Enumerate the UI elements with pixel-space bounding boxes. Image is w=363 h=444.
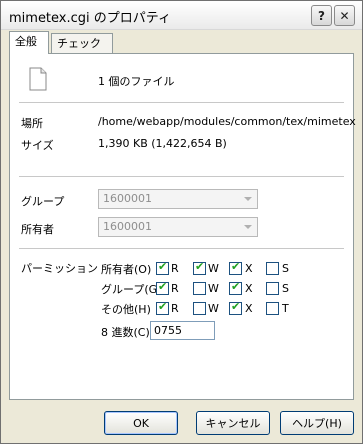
properties-dialog: mimetex.cgi のプロパティ ? ✕ 全般 チェックサム 1 個のファイ… — [0, 0, 363, 444]
separator-3 — [19, 248, 344, 249]
owner-write-label: W — [208, 262, 219, 275]
separator-2 — [19, 176, 344, 177]
owner-permission-label: 所有者(O) — [101, 263, 152, 276]
help-button[interactable]: ヘルプ(H) — [280, 411, 354, 435]
ok-button[interactable]: OK — [104, 411, 178, 435]
other-sticky-label: T — [282, 302, 289, 315]
chevron-down-icon — [244, 225, 252, 229]
location-value: /home/webapp/modules/common/tex/mimetex — [98, 115, 356, 128]
chevron-down-icon — [244, 197, 252, 201]
close-button[interactable]: ✕ — [334, 5, 355, 26]
group-select[interactable]: 1600001 — [98, 189, 258, 209]
window-title: mimetex.cgi のプロパティ — [9, 11, 171, 26]
separator-1 — [19, 102, 344, 103]
other-read-checkbox[interactable] — [156, 300, 169, 315]
group-exec-label: X — [245, 282, 253, 295]
group-select-value: 1600001 — [103, 192, 152, 205]
owner-setuid-checkbox[interactable] — [266, 262, 279, 275]
owner-setuid-label: S — [282, 262, 289, 275]
owner-select-value: 1600001 — [103, 220, 152, 233]
group-read-label: R — [171, 282, 179, 295]
help-title-button[interactable]: ? — [311, 5, 332, 26]
cancel-button[interactable]: キャンセル — [196, 411, 270, 435]
owner-exec-label: X — [245, 262, 253, 275]
group-read-checkbox[interactable] — [156, 280, 169, 295]
group-label: グループ — [21, 195, 65, 208]
other-sticky-checkbox[interactable] — [266, 302, 279, 315]
file-icon — [29, 67, 47, 91]
other-permission-label: その他(H) — [101, 303, 151, 316]
title-bar: mimetex.cgi のプロパティ ? ✕ — [1, 1, 362, 30]
other-write-checkbox[interactable] — [193, 302, 206, 315]
size-value: 1,390 KB (1,422,654 B) — [98, 137, 227, 150]
other-read-label: R — [171, 302, 179, 315]
owner-read-label: R — [171, 262, 179, 275]
owner-exec-checkbox[interactable] — [229, 260, 242, 275]
other-write-label: W — [208, 302, 219, 315]
octal-input[interactable]: 0755 — [150, 321, 215, 340]
tab-checksum[interactable]: チェックサム — [51, 33, 113, 65]
octal-label: 8 進数(C) — [101, 326, 150, 339]
group-setgid-checkbox[interactable] — [266, 282, 279, 295]
other-exec-label: X — [245, 302, 253, 315]
group-exec-checkbox[interactable] — [229, 280, 242, 295]
owner-label: 所有者 — [21, 223, 54, 236]
group-setgid-label: S — [282, 282, 289, 295]
file-count: 1 個のファイル — [98, 75, 175, 88]
group-write-checkbox[interactable] — [193, 282, 206, 295]
size-label: サイズ — [21, 139, 54, 152]
other-exec-checkbox[interactable] — [229, 300, 242, 315]
location-label: 場所 — [21, 117, 43, 130]
tab-general[interactable]: 全般 — [9, 31, 49, 54]
permissions-label: パーミッション — [21, 262, 98, 275]
group-write-label: W — [208, 282, 219, 295]
group-permission-label: グループ(G) — [101, 283, 162, 296]
owner-select[interactable]: 1600001 — [98, 217, 258, 237]
owner-read-checkbox[interactable] — [156, 260, 169, 275]
owner-write-checkbox[interactable] — [193, 260, 206, 275]
